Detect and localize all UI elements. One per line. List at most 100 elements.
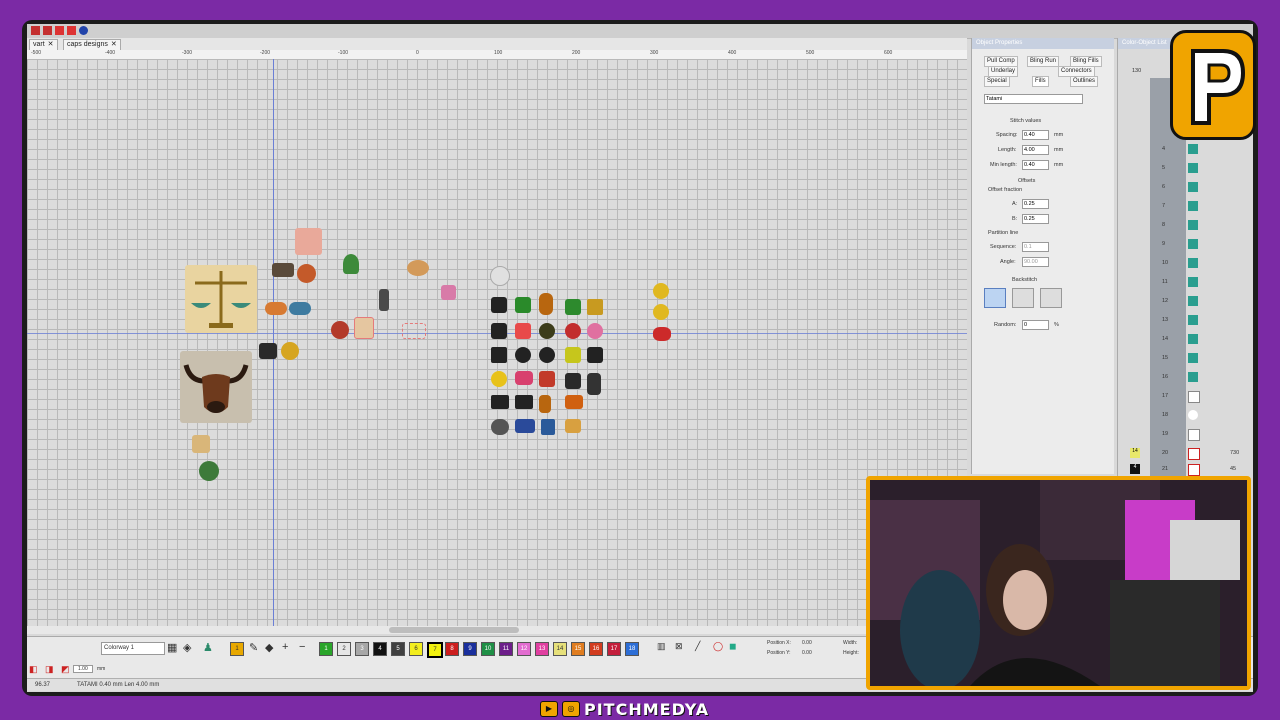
list-item[interactable]: 5 [1122,161,1247,179]
color-swatch[interactable]: 10 [481,642,495,656]
colorway-select[interactable]: Colorway 1 [101,642,165,655]
grid-icon[interactable] [55,26,64,35]
list-item[interactable]: 18 [1122,408,1247,426]
virus-design[interactable] [259,343,277,359]
circle-patch-design[interactable] [297,264,316,283]
color-swatch-selected[interactable]: 7 [427,642,443,658]
list-item[interactable]: 9 [1122,237,1247,255]
list-item[interactable]: 8 [1122,218,1247,236]
broccoli-design[interactable] [343,254,359,274]
list-item[interactable]: 11 [1122,275,1247,293]
moon-icon[interactable] [79,26,88,35]
color-swatch[interactable]: 2 [337,642,351,656]
close-icon[interactable]: ✕ [111,41,117,48]
tab-outlines[interactable]: Outlines [1070,76,1099,87]
quick-access-icon[interactable] [43,26,52,35]
color-swatch[interactable]: 11 [499,642,513,656]
tab-special[interactable]: Special [984,76,1010,87]
list-item[interactable]: 16 [1122,370,1247,388]
gold-design-1[interactable] [653,283,669,299]
reorder-icon[interactable]: ◩ [61,664,70,675]
backstitch-option-1[interactable] [984,288,1006,308]
length-input[interactable]: 4.00 [1022,145,1049,155]
tab-bling-run[interactable]: Bling Run [1027,56,1060,67]
b-input[interactable]: 0.25 [1022,214,1049,224]
color-swatch[interactable]: 5 [391,642,405,656]
cube-icon[interactable]: ◼ [729,641,736,652]
remove-icon[interactable]: − [299,641,305,653]
app-menu-icon[interactable] [31,26,40,35]
bull-head-design[interactable] [180,351,252,423]
oval-patch-design-2[interactable] [289,302,311,315]
list-item[interactable]: 6 [1122,180,1247,198]
ring-icon[interactable]: ◯ [713,641,723,652]
microphone-design[interactable] [379,289,389,311]
spacing-input[interactable]: 0.40 [1022,130,1049,140]
color-swatch[interactable]: 14 [553,642,567,656]
color-swatch[interactable]: 18 [625,642,639,656]
random-input[interactable]: 0 [1022,320,1049,330]
crab-design[interactable] [653,327,671,341]
palette-icon[interactable]: ◈ [183,641,191,654]
color-swatch[interactable]: 3 [355,642,369,656]
sun-design[interactable] [281,342,299,360]
list-item[interactable]: 13 [1122,313,1247,331]
fill-type-select[interactable]: Tatami [984,94,1083,104]
list-item[interactable]: 10 [1122,256,1247,274]
backstitch-option-2[interactable] [1012,288,1034,308]
position-y-field[interactable]: 0.00 [802,650,812,656]
horizontal-scrollbar[interactable] [27,626,967,634]
red-circle-design[interactable] [331,321,349,339]
palette-icon[interactable] [67,26,76,35]
list-item[interactable]: 7 [1122,199,1247,217]
position-x-field[interactable]: 0.00 [802,640,812,646]
color-order-icon[interactable]: ◨ [45,664,54,675]
partition-line-radio[interactable]: Partition line [988,230,1018,236]
tshirt-icon[interactable]: ♟ [203,641,213,654]
select-tool-icon[interactable]: ◧ [29,664,38,675]
color-swatch[interactable]: 13 [535,642,549,656]
gold-design-2[interactable] [653,304,669,320]
color-swatch[interactable]: 8 [445,642,459,656]
selected-design[interactable] [354,317,374,339]
color-swatch[interactable]: 1 [319,642,333,656]
color-swatch[interactable]: 1 [230,642,244,656]
list-item[interactable]: 15 [1122,351,1247,369]
fill-icon[interactable]: ◆ [265,641,273,654]
color-swatch[interactable]: 6 [409,642,423,656]
line-icon[interactable]: ╱ [695,641,700,652]
badge-design[interactable] [192,435,210,453]
color-swatch[interactable]: 16 [589,642,603,656]
globe-design[interactable] [199,461,219,481]
pig-design[interactable] [441,285,456,300]
color-tools-icon[interactable]: ▥ [657,641,666,652]
scrollbar-thumb[interactable] [389,627,519,633]
angle-input[interactable]: 90.00 [1022,257,1049,267]
close-icon[interactable]: ✕ [48,41,54,48]
empty-selection[interactable] [402,323,426,339]
color-swatch[interactable]: 12 [517,642,531,656]
tab-fills[interactable]: Fills [1032,76,1049,87]
eyedropper-icon[interactable]: ✎ [249,641,258,654]
split-icon[interactable]: ⊠ [675,641,683,652]
offset-fraction-radio[interactable]: Offset fraction [988,187,1022,193]
a-input[interactable]: 0.25 [1022,199,1049,209]
white-circle-design[interactable] [490,266,510,286]
color-swatch[interactable]: 17 [607,642,621,656]
color-swatch[interactable]: 9 [463,642,477,656]
list-item[interactable]: 17 [1122,389,1247,407]
list-item[interactable]: 4 [1122,142,1247,160]
list-item[interactable]: 19 [1122,427,1247,445]
color-swatch[interactable]: 15 [571,642,585,656]
add-icon[interactable]: + [282,641,288,653]
sequence-input[interactable]: 0.1 [1022,242,1049,252]
design-canvas[interactable] [27,59,967,626]
scales-of-justice-design[interactable] [185,265,257,333]
oval-patch-design[interactable] [265,302,287,315]
cake-design[interactable] [407,260,429,276]
patch-design[interactable] [272,263,294,277]
min-length-input[interactable]: 0.40 [1022,160,1049,170]
list-item[interactable]: 12 [1122,294,1247,312]
list-item[interactable]: 14 [1122,332,1247,350]
grid-view-icon[interactable]: ▦ [167,641,177,654]
